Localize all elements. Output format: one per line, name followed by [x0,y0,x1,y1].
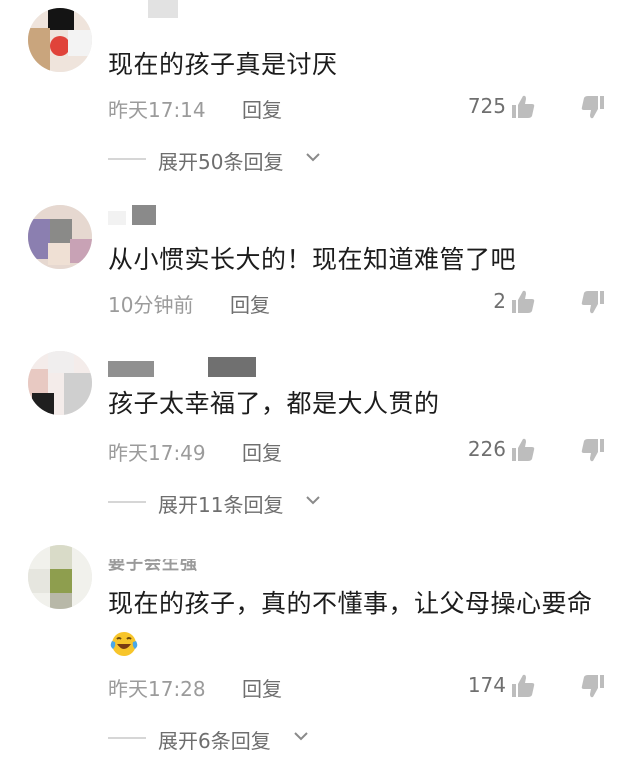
comment-item-1: 现在的孩子真是讨厌 昨天17:14 回复 725 展开50条回复 [0,0,640,180]
thumbs-down-icon[interactable] [580,289,606,315]
chevron-down-icon [294,732,308,741]
divider-line [108,158,146,160]
expand-replies-button[interactable]: 展开11条回复 [108,489,338,517]
like-count: 226 [467,437,506,461]
avatar[interactable] [28,351,92,415]
timestamp: 10分钟前 [108,293,194,317]
expand-replies-label: 展开50条回复 [158,150,284,174]
expand-replies-label: 展开6条回复 [158,729,271,753]
reply-button[interactable]: 回复 [230,289,270,318]
thumbs-up-icon[interactable] [510,673,536,699]
chevron-down-icon [306,496,320,505]
avatar[interactable] [28,8,92,72]
like-count: 2 [493,289,506,313]
divider-line [108,501,146,503]
username-redacted [108,355,258,377]
username-redacted [108,203,168,225]
expand-replies-label: 展开11条回复 [158,493,284,517]
thumbs-up-icon[interactable] [510,437,536,463]
comment-text: 现在的孩子，真的不懂事，让父母操心要命 [108,583,608,667]
reply-button[interactable]: 回复 [242,673,282,702]
like-count: 725 [467,94,506,118]
divider-line [108,737,146,739]
thumbs-up-icon[interactable] [510,289,536,315]
comment-text-body: 现在的孩子，真的不懂事，让父母操心要命 [108,589,593,618]
thumbs-down-icon[interactable] [580,437,606,463]
thumbs-down-icon[interactable] [580,673,606,699]
chevron-down-icon [306,153,320,162]
thumbs-down-icon[interactable] [580,94,606,120]
like-count: 174 [467,673,506,697]
thumbs-up-icon[interactable] [510,94,536,120]
username-redacted [108,0,178,22]
comment-item-4: 要子会生强 现在的孩子，真的不懂事，让父母操心要命 昨天17:28 回复 174… [0,535,640,765]
comment-text: 从小惯实长大的！现在知道难管了吧 [108,245,517,274]
comment-text: 现在的孩子真是讨厌 [108,50,338,79]
expand-replies-button[interactable]: 展开6条回复 [108,725,328,753]
comment-text: 孩子太幸福了，都是大人贯的 [108,389,440,418]
expand-replies-button[interactable]: 展开50条回复 [108,146,338,174]
timestamp: 昨天17:28 [108,677,206,701]
username[interactable]: 要子会生强 [108,559,198,574]
timestamp: 昨天17:14 [108,98,206,122]
comment-item-3: 孩子太幸福了，都是大人贯的 昨天17:49 回复 226 展开11条回复 [0,345,640,525]
comment-item-2: 从小惯实长大的！现在知道难管了吧 10分钟前 回复 2 [0,195,640,335]
timestamp: 昨天17:49 [108,441,206,465]
laughing-crying-emoji-icon [110,632,138,656]
reply-button[interactable]: 回复 [242,437,282,466]
reply-button[interactable]: 回复 [242,94,282,123]
avatar[interactable] [28,545,92,609]
avatar[interactable] [28,205,92,269]
